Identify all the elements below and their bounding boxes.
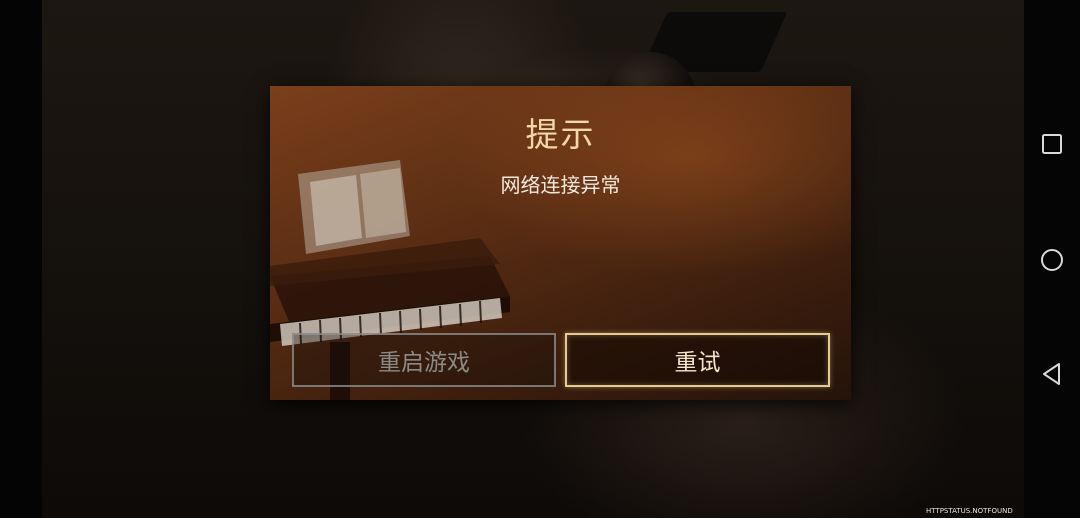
back-button[interactable] <box>1038 360 1066 388</box>
network-error-dialog: 提示 网络连接异常 重启游戏 重试 <box>270 86 851 400</box>
android-navigation-bar <box>1024 0 1080 518</box>
recent-apps-icon <box>1042 134 1062 154</box>
dialog-message: 网络连接异常 <box>500 173 621 197</box>
restart-game-label: 重启游戏 <box>378 350 470 376</box>
retry-label: 重试 <box>674 350 721 376</box>
recent-apps-button[interactable] <box>1038 130 1066 158</box>
dialog-title: 提示 <box>525 115 596 154</box>
home-icon <box>1041 249 1063 271</box>
left-black-bar <box>0 0 42 518</box>
retry-button[interactable]: 重试 <box>565 333 830 387</box>
screen: 提示 网络连接异常 重启游戏 重试 HTTPSTATUS.NOTFOUND <box>0 0 1080 518</box>
home-button[interactable] <box>1038 246 1066 274</box>
restart-game-button[interactable]: 重启游戏 <box>292 333 556 387</box>
back-icon <box>1043 363 1060 385</box>
http-status-text: HTTPSTATUS.NOTFOUND <box>926 507 1013 515</box>
